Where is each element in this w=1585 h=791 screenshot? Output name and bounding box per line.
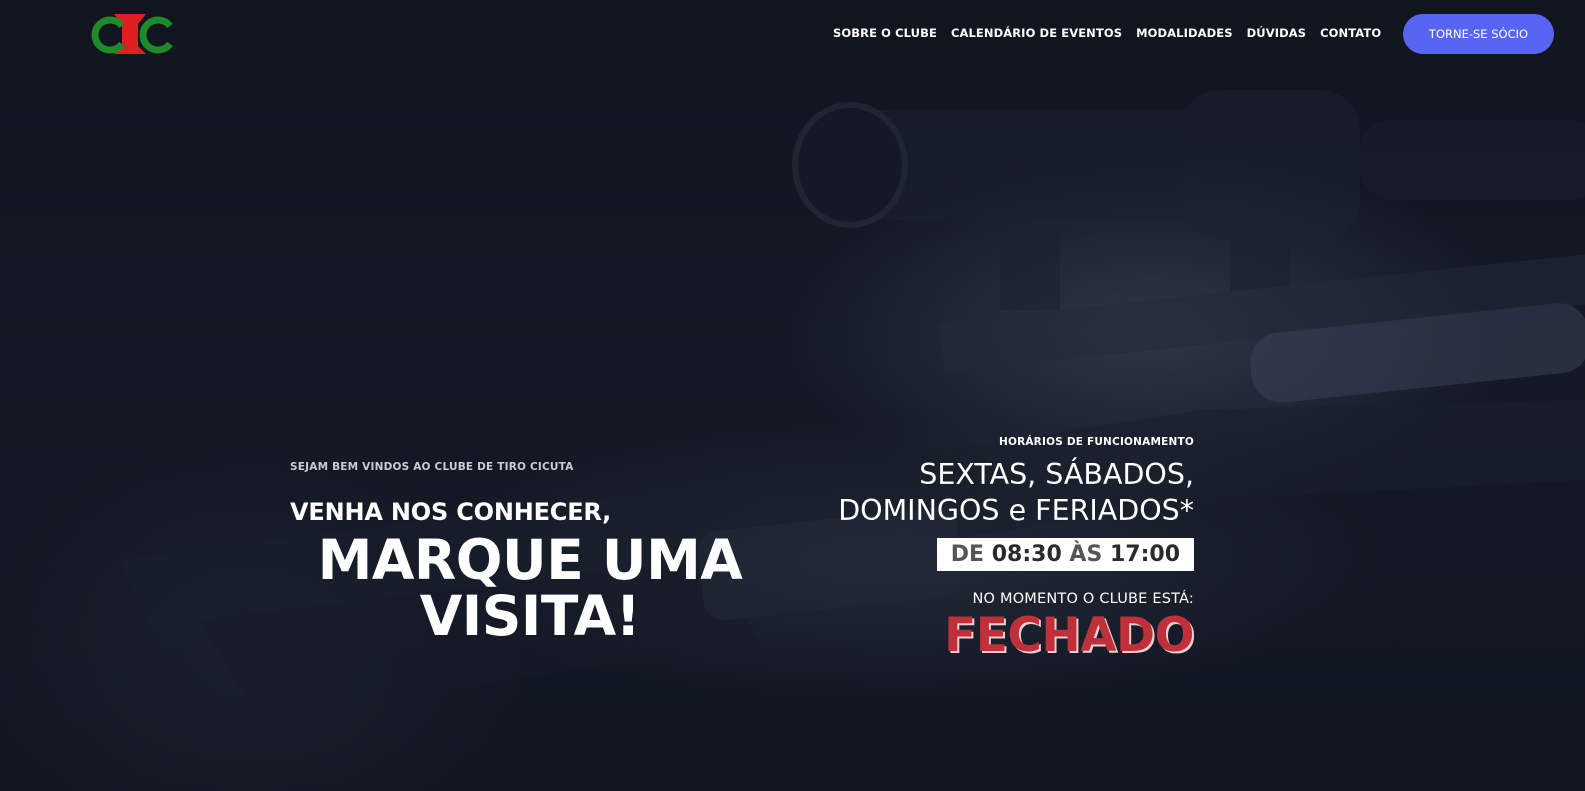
club-logo[interactable] [86,12,174,56]
schedule-panel: HORÁRIOS DE FUNCIONAMENTO SEXTAS, SÁBADO… [838,436,1194,661]
schedule-days-line1: SEXTAS, SÁBADOS, [919,458,1194,491]
hero-subheading: VENHA NOS CONHECER, [290,498,612,526]
nav-sobre-o-clube[interactable]: SOBRE O CLUBE [833,26,937,40]
nav-modalidades[interactable]: MODALIDADES [1136,26,1233,40]
hero-heading: MARQUE UMA VISITA! [300,532,760,644]
schedule-label: HORÁRIOS DE FUNCIONAMENTO [998,436,1194,448]
welcome-text: SEJAM BEM VINDOS AO CLUBE DE TIRO CICUTA [290,461,574,473]
status-badge: FECHADO [944,608,1194,663]
close-time: 17:00 [1109,542,1180,567]
logo-icon [91,14,173,54]
rifle-silhouette [120,90,1585,720]
nav-calendario-de-eventos[interactable]: CALENDÁRIO DE EVENTOS [951,26,1122,40]
hours-prefix: DE [950,542,985,567]
nav-contato[interactable]: CONTATO [1320,26,1381,40]
schedule-days-line2: DOMINGOS e FERIADOS* [838,494,1194,527]
main-nav: SOBRE O CLUBE CALENDÁRIO DE EVENTOS MODA… [833,26,1381,40]
hours-separator: ÀS [1069,542,1103,567]
hero-background [0,0,1585,791]
become-member-button[interactable]: TORNE-SE SÓCIO [1403,14,1554,54]
open-time: 08:30 [991,542,1062,567]
hero-heading-line1: MARQUE UMA [317,528,743,592]
nav-duvidas[interactable]: DÚVIDAS [1247,26,1307,40]
hero-heading-line2: VISITA! [419,584,641,648]
status-label: NO MOMENTO O CLUBE ESTÁ: [972,591,1194,607]
schedule-hours: DE 08:30 ÀS 17:00 [936,538,1194,571]
schedule-days: SEXTAS, SÁBADOS, DOMINGOS e FERIADOS* [838,457,1194,529]
